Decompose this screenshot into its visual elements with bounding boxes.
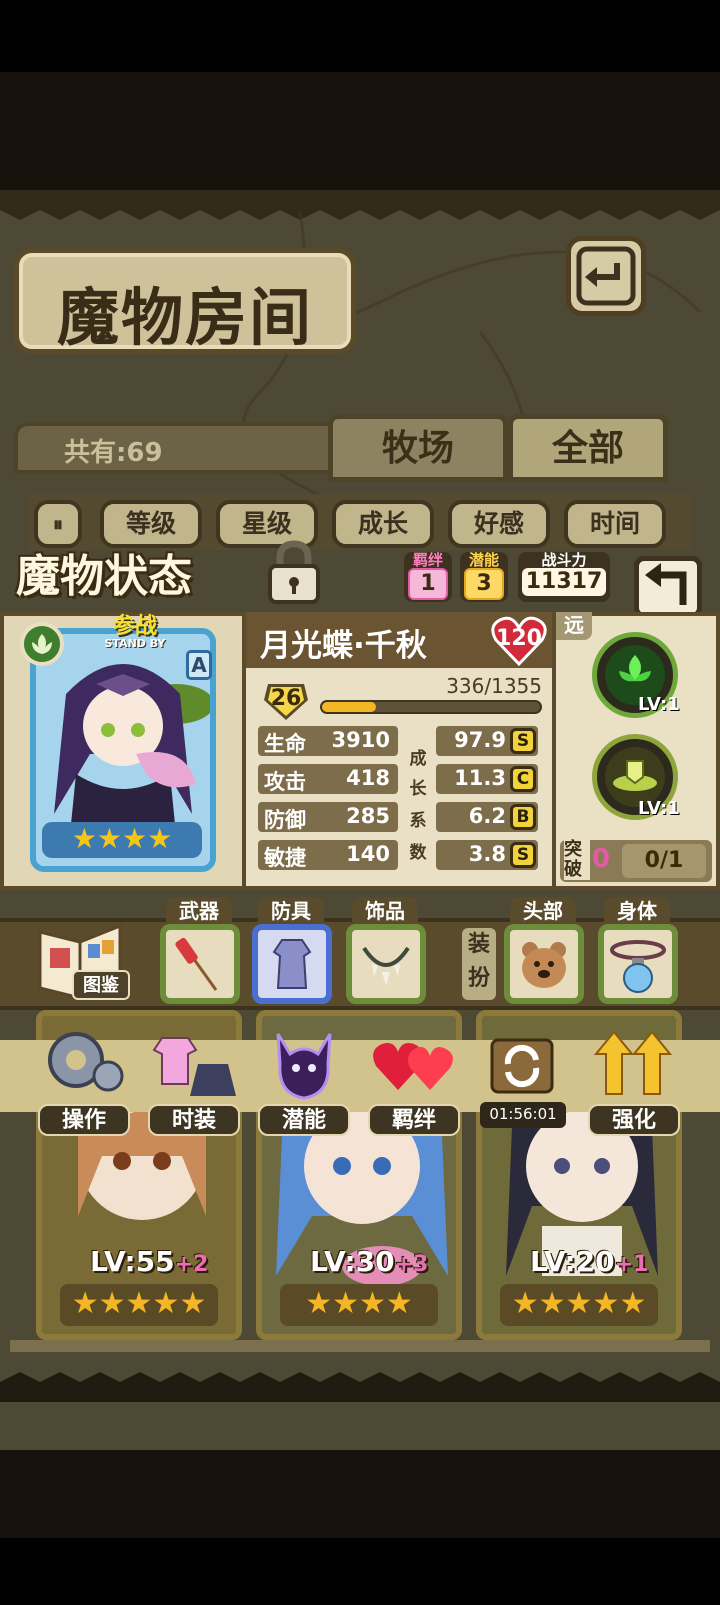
accessory-slot[interactable] — [346, 924, 426, 1004]
fang-necklace-icon — [362, 946, 410, 986]
tab-ranch[interactable]: 牧场 — [328, 414, 508, 482]
affection-heart: 120 — [490, 614, 548, 668]
breakthrough-value: 0 — [592, 844, 611, 874]
body-slot[interactable] — [598, 924, 678, 1004]
count-bar: 共有:69 — [14, 422, 332, 474]
accessory-slot-label: 饰品 — [352, 897, 418, 927]
grade-badge: C — [510, 766, 536, 792]
xp-text: 336/1355 — [446, 674, 542, 698]
sort-toggle-icon: ⏸ — [53, 512, 63, 536]
standby-banner: 参战 STAND BY — [104, 614, 166, 650]
grade-badge: S — [510, 728, 536, 754]
rank-badge: A — [186, 650, 212, 680]
lock-icon — [268, 540, 320, 604]
roster-stars-3: ★★★★★ — [500, 1284, 658, 1326]
armor-slot[interactable] — [252, 924, 332, 1004]
roster-bottom-frame — [10, 1340, 710, 1352]
range-tag: 远 — [556, 612, 592, 640]
roster-level-2: LV:30+3 — [310, 1245, 429, 1278]
room-title: 魔物房间 — [56, 281, 313, 354]
stat-hp: 生命 3910 — [258, 726, 398, 756]
grade-badge: B — [510, 804, 536, 830]
bear-head-icon — [522, 942, 566, 988]
firework-rocket-icon — [175, 937, 218, 991]
potion-collar-icon — [610, 940, 666, 993]
grade-badge: S — [510, 842, 536, 868]
roster-level-3: LV:20+1 — [530, 1245, 649, 1278]
head-slot[interactable] — [504, 924, 584, 1004]
leaf-icon — [32, 634, 52, 654]
status-back-button[interactable] — [634, 556, 702, 618]
star-icons: ★★★★★ — [511, 1286, 647, 1321]
level-badge: 26 — [262, 680, 310, 722]
roster-stars-2: ★★★★ — [280, 1284, 438, 1326]
breakthrough-row: 突破 0 0/1 — [560, 840, 712, 882]
dress-icon — [272, 939, 312, 989]
growth-hp: 97.9 S — [436, 726, 538, 756]
refresh-timer: 01:56:01 — [480, 1102, 566, 1128]
roster-level-1: LV:55+2 — [90, 1245, 209, 1278]
growth-attack: 11.3 C — [436, 764, 538, 794]
stat-agility: 敏捷 140 — [258, 840, 398, 870]
roster-stars-1: ★★★★★ — [60, 1284, 218, 1326]
outfit-icon — [152, 1037, 236, 1096]
weapon-slot[interactable] — [160, 924, 240, 1004]
element-badge — [20, 622, 64, 666]
dress-up-label: 装扮 — [462, 928, 496, 1000]
breakthrough-label: 突破 — [564, 840, 590, 880]
bond-indicator: 羁绊 1 — [404, 552, 452, 602]
growth-agility: 3.8 S — [436, 840, 538, 870]
star-icons: ★★★★ — [305, 1286, 413, 1321]
skill-level-2: LV:1 — [638, 798, 680, 819]
back-arrow-icon — [645, 563, 687, 605]
growth-label-3: 系 — [409, 811, 427, 831]
red-hearts-icon — [373, 1043, 453, 1090]
growth-label-1: 成 — [409, 749, 427, 769]
return-arrow-icon — [576, 246, 636, 306]
growth-defense: 6.2 B — [436, 802, 538, 832]
breakthrough-progress: 0/1 — [622, 844, 706, 878]
potential-indicator: 潜能 3 — [460, 552, 508, 602]
sort-growth-button[interactable]: 成长 — [332, 500, 434, 548]
lock-button[interactable] — [264, 540, 324, 604]
up-arrows-icon — [593, 1030, 673, 1095]
codex-label: 图鉴 — [72, 970, 130, 1000]
sort-affection-button[interactable]: 好感 — [448, 500, 550, 548]
monster-name: 月光蝶·千秋 — [260, 628, 427, 664]
monster-count: 共有:69 — [64, 438, 163, 468]
bond-button[interactable]: 羁绊 — [368, 1024, 460, 1136]
star-icons: ★★★★★ — [71, 1286, 207, 1321]
body-slot-label: 身体 — [604, 897, 670, 927]
skill-level-1: LV:1 — [638, 694, 680, 715]
demon-silhouette-icon — [276, 1033, 332, 1100]
room-back-button[interactable] — [566, 236, 646, 316]
armor-slot-label: 防具 — [258, 897, 324, 927]
head-slot-label: 头部 — [510, 897, 576, 927]
growth-label-4: 数 — [409, 843, 427, 863]
gear-icon — [48, 1032, 124, 1092]
character-stars: ★★★★ — [42, 822, 202, 858]
operate-button[interactable]: 操作 — [38, 1024, 130, 1136]
xp-fill — [322, 702, 377, 712]
stat-attack: 攻击 418 — [258, 764, 398, 794]
outfit-button[interactable]: 时装 — [148, 1024, 240, 1136]
enhance-button[interactable]: 强化 — [588, 1024, 680, 1136]
refresh-chest-icon — [490, 1038, 554, 1094]
stat-defense: 防御 285 — [258, 802, 398, 832]
sort-time-button[interactable]: 时间 — [564, 500, 666, 548]
weapon-slot-label: 武器 — [166, 897, 232, 927]
xp-bar — [320, 700, 542, 714]
growth-label-2: 长 — [409, 779, 427, 799]
star-icons: ★★★★ — [71, 822, 173, 855]
room-title-plate: 魔物房间 — [14, 248, 356, 354]
power-indicator: 战斗力 11317 — [518, 552, 610, 602]
tab-all[interactable]: 全部 — [508, 414, 668, 482]
potential-button[interactable]: 潜能 — [258, 1024, 350, 1136]
status-title: 魔物状态 — [16, 551, 192, 602]
